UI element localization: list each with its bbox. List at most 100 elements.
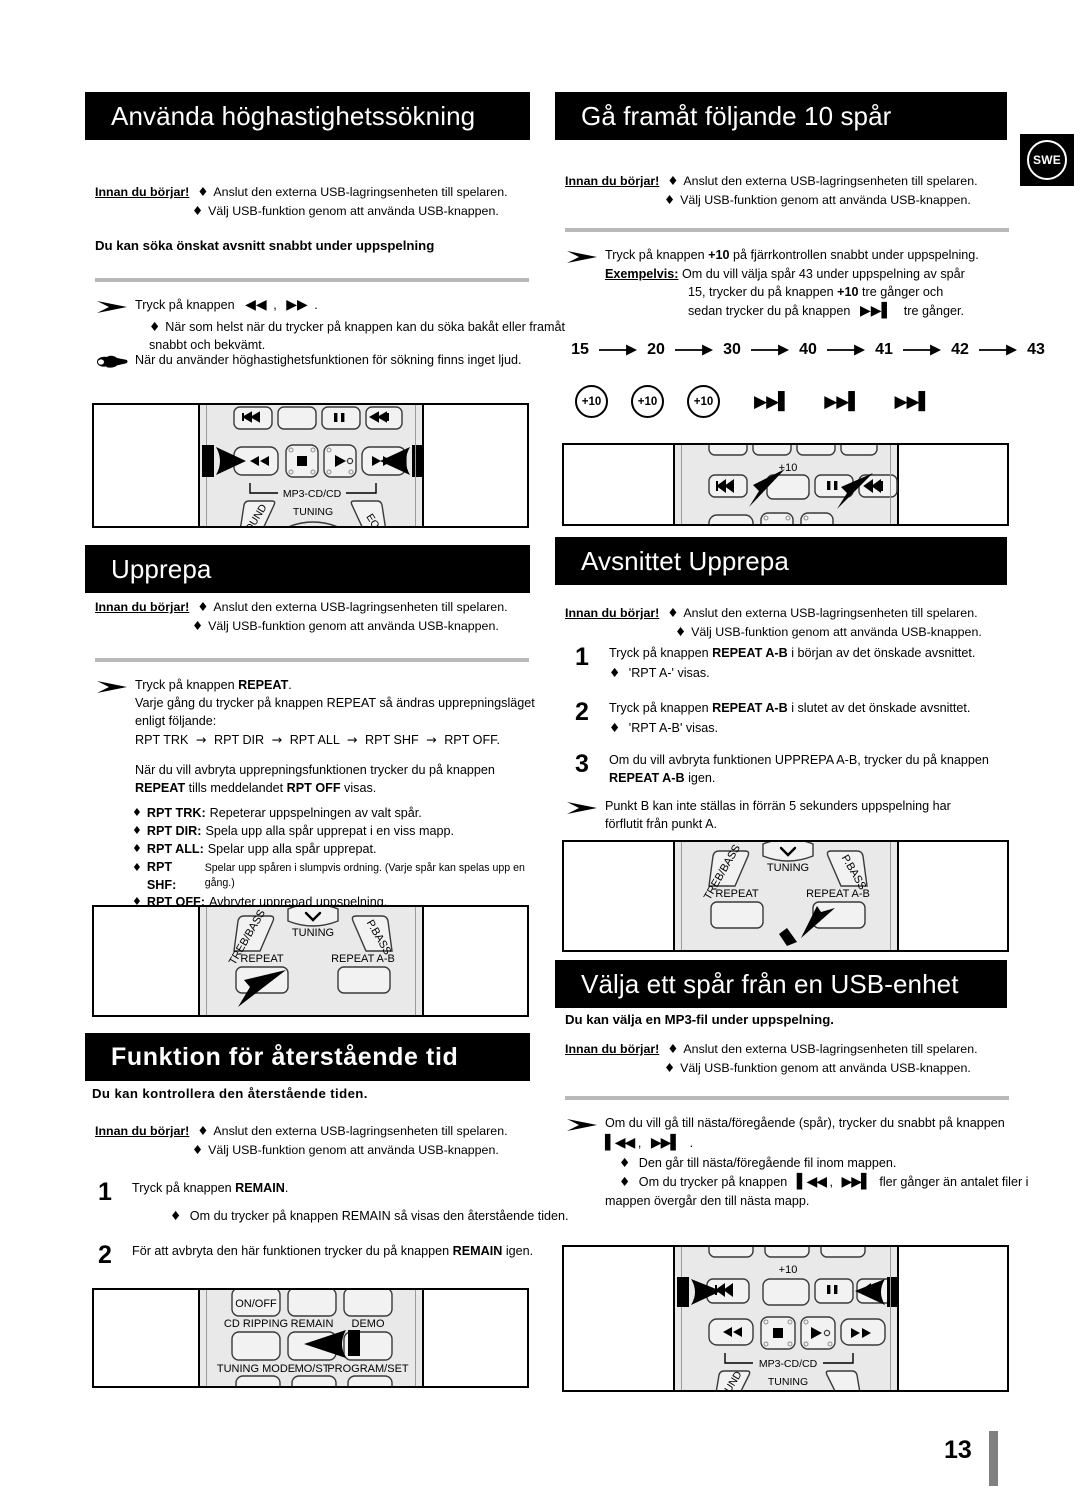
divider — [565, 1096, 1009, 1100]
diamond-icon: ♦ — [667, 605, 679, 620]
repeat-button-label: REPEAT — [135, 780, 186, 795]
step-text: Tryck på knappen — [132, 1181, 232, 1195]
sequence-number: 40 — [799, 341, 817, 358]
skip-prev-icon: ▌◀◀ — [605, 1134, 635, 1151]
example-line-3a: sedan trycker du på knappen — [688, 303, 851, 318]
arrow-right-icon — [827, 344, 866, 356]
cycle-item: RPT ALL — [289, 732, 340, 747]
select-track-instruction: Om du vill gå till nästa/föregående (spå… — [565, 1115, 1060, 1210]
remote-illustration-repeat: TREB/BASS P.BASS TUNING REPEAT REPEAT A-… — [92, 905, 529, 1017]
harpoon-arrow-icon — [567, 1119, 597, 1131]
diamond-icon: ♦ — [667, 173, 679, 188]
diamond-icon: ♦ — [197, 184, 209, 199]
before-you-begin-block-4: Innan du börjar! ♦ Anslut den externa US… — [565, 172, 1015, 209]
before-you-begin-line-2: Välj USB-funktion genom att använda USB-… — [691, 624, 982, 639]
svg-text:TUNING: TUNING — [291, 927, 333, 939]
svg-text:CD RIPPING: CD RIPPING — [223, 1318, 287, 1330]
list-item: ♦ RPT TRK: Repeterar uppspelningen av va… — [132, 805, 532, 823]
before-you-begin-block-2: Innan du börjar! ♦ Anslut den externa US… — [95, 598, 535, 635]
skip-next-icon: ▶▶▌ — [841, 1173, 872, 1190]
harpoon-arrow-icon — [567, 802, 597, 814]
skip10-instruction: Tryck på knappen +10 på fjärrkontrollen … — [565, 247, 1055, 322]
cancel-text: tills meddelandet — [188, 780, 284, 795]
before-you-begin-label: Innan du börjar! — [565, 174, 660, 188]
svg-text:REPEAT: REPEAT — [715, 888, 758, 900]
svg-text:TUNING MODE: TUNING MODE — [216, 1363, 294, 1375]
diamond-icon: ♦ — [197, 599, 209, 614]
harpoon-arrow-icon — [97, 681, 127, 693]
repeat-cancel-block: När du vill avbryta upprepningsfunktione… — [135, 762, 535, 798]
before-you-begin-block-1: Innan du börjar! ♦ Anslut den externa US… — [95, 183, 535, 220]
mode-desc: Spelar upp spåren i slumpvis ordning. (V… — [204, 861, 525, 889]
repeat-cancel-line-2: REPEAT tills meddelandet RPT OFF visas. — [135, 780, 535, 798]
before-you-begin-line-2: Välj USB-funktion genom att använda USB-… — [680, 1060, 971, 1075]
mode-name: RPT TRK: — [146, 806, 206, 820]
before-you-begin-line-1: Anslut den externa USB-lagringsenheten t… — [683, 1042, 978, 1056]
before-you-begin-line-2: Välj USB-funktion genom att använda USB-… — [680, 192, 971, 207]
diamond-icon: ♦ — [619, 1173, 631, 1189]
diamond-icon: ♦ — [675, 623, 687, 639]
instruction-text: Tryck på knappen — [135, 298, 235, 312]
diamond-icon: ♦ — [609, 664, 621, 680]
arrow-right-icon — [979, 344, 1018, 356]
step-text: För att avbryta den här funktionen tryck… — [132, 1244, 450, 1258]
before-you-begin-line-1: Anslut den externa USB-lagringsenheten t… — [213, 600, 508, 614]
step-number: 1 — [98, 1178, 112, 1206]
arrow-right-icon — [751, 344, 790, 356]
remote-illustration-high-speed: MP3-CD/CD SOUND EQ TUNING — [92, 403, 529, 528]
example-line-3c: tre gånger. — [903, 303, 964, 318]
remote-illustration-repeat-ab: TREB/BASS P.BASS TUNING REPEAT REPEAT A-… — [562, 840, 1009, 952]
remaining-time-step-2: 2 För att avbryta den här funktionen try… — [92, 1241, 582, 1269]
comma: , — [829, 1174, 834, 1189]
svg-text:MO/ST: MO/ST — [294, 1363, 329, 1375]
sequence-number: 43 — [1027, 341, 1045, 358]
select-track-bullet-2c: mappen övergår den till nästa mapp. — [605, 1193, 810, 1208]
before-you-begin-label: Innan du börjar! — [565, 1042, 660, 1056]
divider — [95, 658, 529, 662]
select-track-subtitle: Du kan välja en MP3-fil under uppspelnin… — [565, 1012, 834, 1027]
divider — [95, 278, 529, 282]
repeat-body-line-1: Varje gång du trycker på knappen REPEAT … — [135, 695, 535, 710]
rpt-off-label: RPT OFF — [286, 780, 341, 795]
section-header-repeat-ab: Avsnittet Upprepa — [555, 537, 1007, 585]
before-you-begin-line-1: Anslut den externa USB-lagringsenheten t… — [683, 606, 978, 620]
before-you-begin-block-3: Innan du börjar! ♦ Anslut den externa US… — [95, 1122, 535, 1159]
section-header-repeat: Upprepa — [85, 545, 530, 593]
before-you-begin-label: Innan du börjar! — [95, 185, 190, 199]
mode-name: RPT SHF: — [146, 859, 177, 892]
arrow-icon: → — [271, 731, 283, 747]
cancel-text-end: visas. — [344, 780, 377, 795]
remain-button-label: REMAIN — [235, 1181, 285, 1195]
remaining-time-step-1: 1 Tryck på knappen REMAIN. ♦ Om du tryck… — [92, 1178, 577, 1226]
high-speed-search-subtitle: Du kan söka önskat avsnitt snabbt under … — [95, 238, 435, 253]
mode-desc: Repeterar uppspelningen av valt spår. — [209, 806, 422, 820]
skip-prev-icon: ▌◀◀ — [796, 1173, 827, 1190]
select-track-bullet-2b: fler gånger än antalet filer i — [879, 1174, 1029, 1189]
svg-text:REPEAT: REPEAT — [240, 953, 283, 965]
high-speed-note-row: När du använder höghastighetsfunktionen … — [95, 352, 575, 370]
before-you-begin-line-1: Anslut den externa USB-lagringsenheten t… — [213, 1124, 508, 1138]
step-number: 2 — [98, 1241, 112, 1269]
example-line-2a: 15, trycker du på knappen — [688, 284, 834, 299]
remote-illustration-plus10: +10 — [562, 443, 1009, 526]
period: . — [284, 1181, 289, 1195]
high-speed-bullet-1: När som helst när du trycker på knappen … — [149, 319, 566, 352]
mode-name: RPT DIR: — [146, 823, 202, 838]
example-line-1: Om du vill välja spår 43 under uppspelni… — [682, 266, 965, 281]
diamond-icon: ♦ — [609, 719, 621, 735]
plus10-button-icon: +10 — [631, 385, 664, 418]
manual-page: SWE Använda höghastighetssökning Innan d… — [0, 0, 1080, 1505]
cycle-item: RPT DIR — [213, 732, 265, 747]
diamond-icon: ♦ — [664, 191, 676, 207]
plus10-button-label: +10 — [708, 248, 730, 262]
sequence-number: 42 — [951, 341, 969, 358]
diamond-icon: ♦ — [197, 1123, 209, 1138]
plus10-button-icon: +10 — [687, 385, 720, 418]
diamond-icon: ♦ — [664, 1059, 676, 1075]
mode-name: RPT ALL: — [146, 841, 204, 856]
remaining-time-subtitle: Du kan kontrollera den återstående tiden… — [92, 1086, 368, 1101]
remote-illustration-remain: ON/OFF CD RIPPING REMAIN DEMO TUNING MOD… — [92, 1288, 529, 1388]
rewind-icon: ◀◀ — [245, 297, 267, 313]
repeat-body-line-2: enligt följande: — [135, 713, 217, 728]
step-text-end: i slutet av det önskade avsnittet. — [791, 701, 971, 715]
